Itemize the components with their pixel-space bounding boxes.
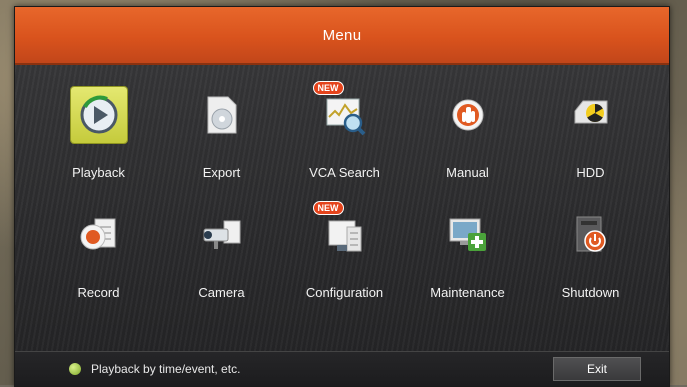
- menu-item-maintenance[interactable]: Maintenance: [406, 199, 529, 319]
- menu-item-hdd[interactable]: HDD: [529, 79, 652, 199]
- shutdown-icon: [563, 207, 619, 263]
- menu-window: Menu Playback Export NEW VCA Search Manu…: [14, 6, 670, 387]
- manual-icon: [440, 87, 496, 143]
- hdd-icon: [563, 87, 619, 143]
- menu-item-label: Export: [202, 165, 241, 180]
- menu-item-export[interactable]: Export: [160, 79, 283, 199]
- title-bar: Menu: [15, 7, 669, 65]
- menu-item-label: VCA Search: [309, 165, 380, 180]
- menu-item-label: Shutdown: [561, 285, 620, 300]
- menu-item-manual[interactable]: Manual: [406, 79, 529, 199]
- record-icon: [71, 207, 127, 263]
- menu-item-camera[interactable]: Camera: [160, 199, 283, 319]
- status-hint: Playback by time/event, etc.: [91, 362, 241, 376]
- menu-item-label: Record: [77, 285, 120, 300]
- menu-item-label: HDD: [576, 165, 605, 180]
- menu-grid: Playback Export NEW VCA Search Manual HD…: [37, 79, 652, 319]
- menu-item-label: Manual: [446, 165, 489, 180]
- menu-item-label: Playback: [72, 165, 125, 180]
- menu-item-playback[interactable]: Playback: [37, 79, 160, 199]
- info-icon: [69, 363, 81, 375]
- new-badge: NEW: [312, 201, 344, 215]
- window-title: Menu: [322, 26, 362, 44]
- menu-item-label: Camera: [198, 285, 245, 300]
- camera-icon: [194, 207, 250, 263]
- configuration-icon: NEW: [312, 201, 373, 263]
- playback-icon: [70, 87, 127, 143]
- export-icon: [194, 87, 250, 143]
- status-bar: Playback by time/event, etc. Exit: [15, 351, 669, 386]
- menu-item-vca-search[interactable]: NEW VCA Search: [283, 79, 406, 199]
- new-badge: NEW: [312, 81, 344, 95]
- exit-button[interactable]: Exit: [553, 357, 641, 381]
- menu-item-configuration[interactable]: NEW Configuration: [283, 199, 406, 319]
- menu-item-record[interactable]: Record: [37, 199, 160, 319]
- menu-item-label: Configuration: [305, 285, 384, 300]
- vca-search-icon: NEW: [312, 81, 373, 143]
- menu-item-label: Maintenance: [430, 285, 505, 300]
- menu-item-shutdown[interactable]: Shutdown: [529, 199, 652, 319]
- maintenance-icon: [440, 207, 496, 263]
